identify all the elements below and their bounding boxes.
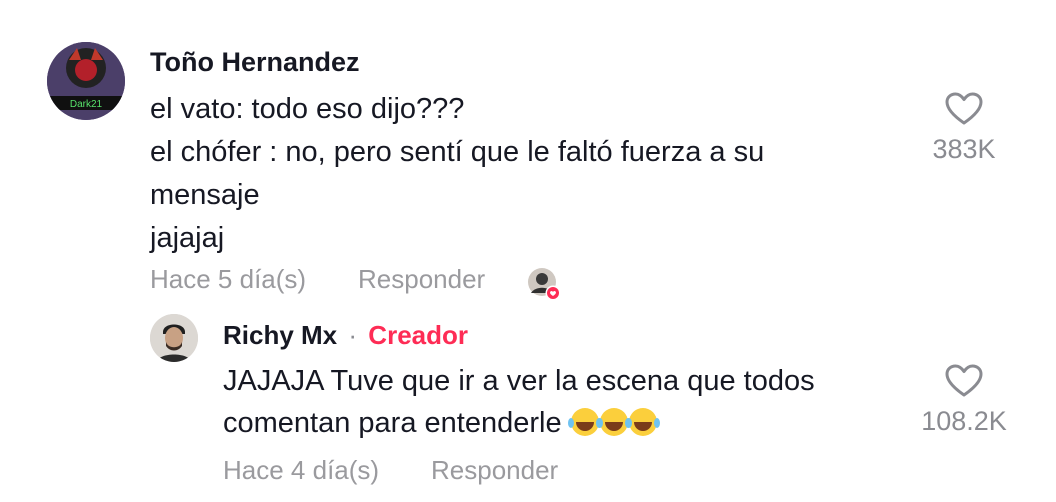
reply-like-group: 108.2K <box>910 364 1018 437</box>
heart-outline-icon[interactable] <box>945 364 983 398</box>
reply-line-with-emoji: comentan para entenderle <box>223 402 913 444</box>
reply-body: JAJAJA Tuve que ir a ver la escena que t… <box>223 360 913 444</box>
commenter-avatar[interactable]: Dark21 <box>47 42 125 120</box>
comment-body: el vato: todo eso dijo??? el chófer : no… <box>150 88 870 260</box>
comment-line: el chófer : no, pero sentí que le faltó … <box>150 136 765 168</box>
separator-dot: · <box>348 320 358 350</box>
comment-line: jajajaj <box>150 222 225 254</box>
comment-line: el vato: todo eso dijo??? <box>150 93 465 125</box>
tears-of-joy-emoji <box>625 408 657 436</box>
creator-liked-avatar-icon <box>527 267 561 301</box>
comments-page: Dark21 Toño Hernandez el vato: todo eso … <box>0 0 1056 502</box>
comment-line: mensaje <box>150 179 260 211</box>
like-count: 383K <box>932 134 996 164</box>
like-count: 108.2K <box>921 406 1007 436</box>
comment-time: Hace 5 día(s) <box>150 264 307 294</box>
reply-author-line: Richy Mx · Creador <box>223 320 468 351</box>
avatar-tag-text: Dark21 <box>70 99 103 110</box>
reply-line: JAJAJA Tuve que ir a ver la escena que t… <box>223 365 815 397</box>
reply-line: comentan para entenderle <box>223 407 562 439</box>
heart-outline-icon[interactable] <box>945 92 983 126</box>
tears-of-joy-emoji <box>596 408 628 436</box>
tears-of-joy-emoji <box>567 408 599 436</box>
reply-button[interactable]: Responder <box>431 455 558 486</box>
reply-author-name[interactable]: Richy Mx <box>223 320 337 350</box>
creator-avatar[interactable] <box>150 314 198 362</box>
creator-badge: Creador <box>368 320 468 350</box>
comment-meta: Hace 5 día(s) Responder <box>150 264 485 295</box>
reply-time: Hace 4 día(s) <box>223 455 380 485</box>
commenter-name[interactable]: Toño Hernandez <box>150 47 360 78</box>
reply-meta: Hace 4 día(s) Responder <box>223 455 558 486</box>
reply-button[interactable]: Responder <box>358 264 485 295</box>
comment-like-group: 383K <box>923 92 1005 165</box>
